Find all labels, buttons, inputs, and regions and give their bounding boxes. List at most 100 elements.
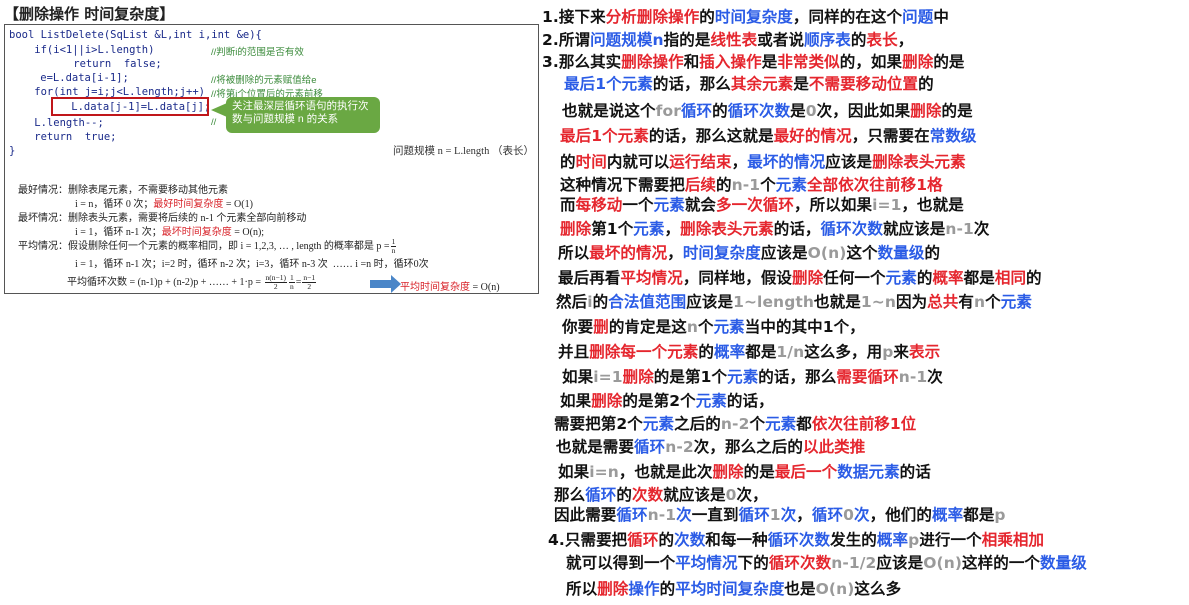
note-segment: 次 [780,506,797,524]
note-segment: 平均情况 [620,269,683,287]
note-segment: 进行一个 [919,531,982,549]
note-segment: O(n) [815,580,855,598]
note-segment: ， [897,31,914,49]
note-segment: 有 [958,293,974,311]
note-segment: 需要把第2个 [554,415,643,433]
note-segment: 的 [560,153,576,171]
note-segment: ，也就是 [901,196,964,214]
note-line: 就可以得到一个平均情况下的循环次数n-1/2应该是O(n)这样的一个数量级 [566,551,1087,573]
note-segment: 最后再看 [558,269,621,287]
note-segment: 最后1个元素 [564,75,653,93]
note-segment: 顺序表 [804,31,851,49]
note-segment: 的是第1个 [653,368,728,386]
note-segment: 0 [843,506,854,524]
code-comment-1: //判断i的范围是否有效 [211,47,304,58]
note-segment: 应该是 [876,554,924,572]
note-line: 因此需要循环n-1次一直到循环1次，循环0次，他们的概率都是p [554,503,1006,525]
note-line: 你要删的肯定是这n个元素当中的其中1个， [562,315,865,337]
note-line: 如果i=1删除的是第1个元素的话，那么需要循环n-1次 [562,365,943,387]
note-segment: 4.只需要把 [548,531,628,549]
note-segment: 概率 [714,343,746,361]
note-segment: 的 [918,75,934,93]
note-segment: 概率 [932,506,964,524]
note-segment: ，所以如果 [794,196,873,214]
note-segment: 元素 [642,415,675,433]
note-segment: 数据元素 [837,463,900,481]
result-arrow-icon [370,275,401,293]
worst-case-detail: i = 1，循环 n-1 次；最坏时间复杂度 = O(n); [75,227,265,238]
note-segment: 发生的 [830,531,877,549]
note-segment: 删除 [560,220,592,238]
note-segment: 相乘相加 [981,531,1045,549]
note-line: 并且删除每一个元素的概率都是1/n这么多，用p来表示 [558,340,940,362]
note-segment: i=n [589,463,619,481]
note-segment: ， [731,153,748,171]
note-segment: 的是 [941,102,973,120]
note-segment: 应该是 [760,244,808,262]
note-segment: 这么多，用 [804,343,883,361]
note-segment: 删除操作 [621,53,684,71]
note-segment: 也是 [784,580,816,598]
note-segment: 元素 [1000,293,1032,311]
note-segment: 个 [760,176,776,194]
note-segment: 和每一种 [705,531,768,549]
code-line-2: if(i<1||i>L.length) [9,44,155,56]
note-segment: 插入操作 [699,53,762,71]
note-segment: 次 [676,506,692,524]
note-line: 最后1个元素的话，那么其余元素是不需要移动位置的 [564,72,934,94]
note-segment: ， [796,506,812,524]
note-segment: 元素 [765,415,797,433]
note-segment: i=1 [872,196,902,214]
code-comment-4: // [211,117,217,128]
note-segment: 删除表头元素 [872,153,966,171]
note-segment: 合法值范围 [608,293,687,311]
page-title: 【删除操作 时间复杂度】 [4,5,175,23]
note-segment: 这么多 [854,580,902,598]
note-segment: O(n) [807,244,847,262]
note-segment: 循环次数 [767,531,831,549]
note-segment: 操作 [628,580,660,598]
note-segment: 最后1个元素 [560,127,649,145]
note-segment: 分析删除操作 [605,8,700,26]
note-line: 这种情况下需要把后续的n-1个元素全部依次往前移1格 [560,173,943,195]
note-segment: 全部依次往前移1格 [807,176,943,194]
note-segment: 时间 [575,153,607,171]
note-segment: 1~n [860,293,896,311]
note-segment: 1 [769,506,781,524]
note-segment: 的 [698,343,715,361]
best-case-label: 最好情况：删除表尾元素，不需要移动其他元素 [18,185,228,196]
note-segment: 如果 [560,392,592,410]
note-segment: 的是 [933,53,965,71]
loop-highlight-box [51,97,209,116]
note-segment: 的话， [726,392,774,410]
note-segment: 是 [761,53,778,71]
note-line: 最后再看平均情况，同样地，假设删除任何一个元素的概率都是相同的 [558,266,1042,288]
note-segment: 都是 [963,269,995,287]
note-segment: 所以 [558,244,590,262]
note-segment: n [973,293,986,311]
callout-arrow-icon [211,103,227,117]
note-segment: n-1 [945,220,974,238]
note-segment: 次 [973,220,990,238]
note-segment: ，同样地，假设 [682,269,793,287]
code-line-8: return true; [9,131,117,143]
note-segment: 第1个 [591,220,634,238]
note-segment: 都是 [745,343,777,361]
note-segment: 次 [854,506,870,524]
best-case-detail: i = n，循环 0 次；最好时间复杂度 = O(1) [75,199,253,210]
note-line: 然后i的合法值范围应该是1~length也就是1~n因为总共有n个元素 [556,290,1032,312]
note-segment: 的 [850,31,867,49]
note-segment: 指的是 [663,31,711,49]
note-line: 最后1个元素的话，那么这就是最好的情况，只需要在常数级 [560,124,977,146]
note-segment: 次数 [632,486,664,504]
note-line: 4.只需要把循环的次数和每一种循环次数发生的概率p进行一个相乘相加 [548,528,1044,550]
note-segment: 内就可以 [606,153,670,171]
note-segment: for [655,102,681,120]
note-segment: 的话，那么 [758,368,837,386]
note-segment: 之后的 [674,415,721,433]
note-line: 也就是说这个for循环的循环次数是0次，因此如果删除的是 [562,99,973,121]
note-segment: 的话， [773,220,821,238]
note-segment: 你要 [562,318,594,336]
note-segment: 的话，那么这就是 [648,127,774,145]
note-segment: 循环 [680,102,713,120]
